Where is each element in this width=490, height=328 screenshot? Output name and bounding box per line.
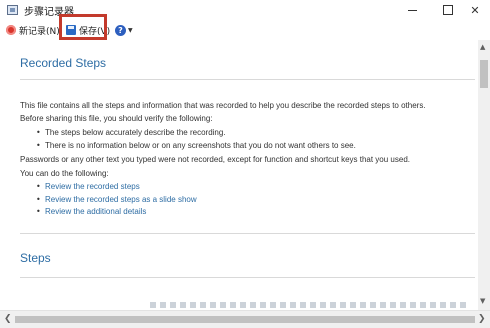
help-icon: ? [115, 24, 126, 36]
heading-divider [20, 79, 475, 80]
vertical-scrollbar[interactable]: ▲ ▼ [478, 40, 490, 310]
bullet-dot: • [36, 141, 41, 150]
review-details-link[interactable]: Review the additional details [45, 207, 146, 217]
bullet-item: There is no information below or on any … [45, 141, 356, 150]
close-icon: ✕ [470, 3, 480, 17]
bullet-dot: • [36, 195, 41, 204]
minimize-icon [407, 9, 417, 11]
minimize-button[interactable] [397, 0, 427, 20]
scroll-down-icon[interactable]: ▼ [480, 297, 485, 305]
section-divider [20, 233, 475, 234]
save-highlight-frame [59, 14, 107, 40]
bullet-dot: • [36, 128, 41, 137]
can-do-text: You can do the following: [20, 169, 109, 178]
chevron-down-icon: ▼ [128, 26, 133, 34]
bullet-item: The steps below accurately describe the … [45, 128, 226, 137]
verify-text: Before sharing this file, you should ver… [20, 114, 213, 123]
new-recording-label: 新记录(N) [19, 26, 60, 37]
content-preview-strip [150, 302, 470, 308]
horizontal-scroll-thumb[interactable] [15, 316, 475, 323]
new-recording-button[interactable]: 新记录(N) [6, 22, 60, 38]
maximize-button[interactable] [433, 0, 463, 20]
steps-heading: Steps [20, 251, 51, 265]
help-button[interactable]: ? ▼ [115, 22, 133, 38]
vertical-scroll-thumb[interactable] [480, 60, 488, 88]
scroll-left-icon[interactable]: ❮ [4, 314, 12, 324]
bullet-dot: • [36, 207, 41, 216]
scroll-right-icon[interactable]: ❯ [478, 314, 486, 324]
intro-text: This file contains all the steps and inf… [20, 101, 426, 110]
record-icon [6, 25, 16, 35]
review-steps-link[interactable]: Review the recorded steps [45, 182, 140, 192]
review-slideshow-link[interactable]: Review the recorded steps as a slide sho… [45, 195, 197, 205]
recorded-steps-heading: Recorded Steps [20, 56, 107, 70]
app-icon [7, 5, 18, 15]
bullet-dot: • [36, 182, 41, 191]
steps-divider [20, 277, 475, 278]
document-area: Recorded Steps This file contains all th… [0, 40, 478, 310]
horizontal-scrollbar[interactable]: ❮ ❯ [0, 310, 490, 328]
close-button[interactable]: ✕ [460, 0, 490, 20]
scroll-up-icon[interactable]: ▲ [480, 43, 485, 51]
passwords-text: Passwords or any other text you typed we… [20, 155, 410, 164]
maximize-icon [443, 5, 453, 15]
